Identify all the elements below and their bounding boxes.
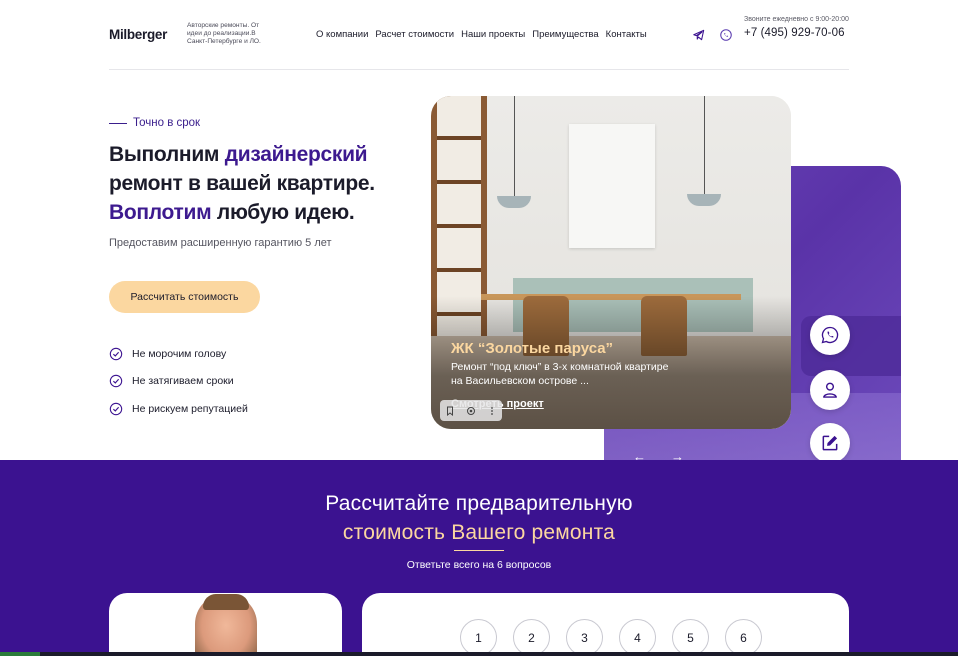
nav-item-advantages[interactable]: Преимущества: [532, 29, 598, 40]
check-circle-icon: [109, 375, 123, 388]
more-icon[interactable]: [487, 406, 497, 416]
expert-card: [109, 593, 342, 656]
image-toolbar: [440, 400, 502, 421]
eyebrow-line: [109, 122, 127, 124]
phone-number[interactable]: +7 (495) 929-70-06: [744, 27, 845, 39]
telegram-icon[interactable]: [692, 28, 706, 42]
lamp-cord: [514, 96, 515, 196]
site-header: Milberger Авторские ремонты. От идеи до …: [0, 0, 958, 70]
bookmark-icon[interactable]: [445, 406, 455, 416]
check-circle-icon: [109, 402, 123, 415]
headline-accent: Воплотим: [109, 201, 212, 224]
quiz-step[interactable]: 3: [566, 619, 603, 656]
list-item: Не затягиваем сроки: [109, 368, 248, 396]
headline-part: ремонт в вашей квартире.: [109, 172, 375, 195]
project-title: ЖК “Золотые паруса”: [451, 340, 614, 357]
avatar: [195, 594, 257, 656]
quiz-step[interactable]: 5: [672, 619, 709, 656]
headline-accent: дизайнерский: [224, 143, 368, 166]
bottom-edge-segment: [0, 652, 40, 656]
project-description: Ремонт “под ключ” в 3-х комнатной кварти…: [451, 361, 669, 387]
nav-item-about[interactable]: О компании: [316, 29, 368, 40]
working-hours: Звоните ежедневно с 9:00-20:00: [744, 16, 849, 23]
hero-eyebrow: Точно в срок: [109, 117, 200, 129]
list-item: Не морочим голову: [109, 340, 248, 368]
list-item: Не рискуем репутацией: [109, 395, 248, 423]
wall-canvas: [569, 124, 655, 248]
lens-icon[interactable]: [466, 406, 476, 416]
nav-item-projects[interactable]: Наши проекты: [461, 29, 525, 40]
main-nav: О компании Расчет стоимости Наши проекты…: [316, 29, 647, 40]
eyebrow-text: Точно в срок: [133, 117, 201, 129]
quiz-step[interactable]: 6: [725, 619, 762, 656]
edit-icon: [822, 435, 838, 451]
benefit-label: Не рискуем репутацией: [132, 402, 248, 415]
benefit-label: Не затягиваем сроки: [132, 375, 234, 388]
account-button[interactable]: [810, 370, 850, 410]
tagline: Авторские ремонты. От идеи до реализации…: [187, 22, 261, 45]
quiz-step[interactable]: 2: [513, 619, 550, 656]
headline-part: Выполним: [109, 143, 225, 166]
benefit-label: Не морочим голову: [132, 347, 227, 360]
header-divider: [109, 69, 849, 70]
hero-headline: Выполним дизайнерский ремонт в вашей ква…: [109, 140, 409, 227]
request-button[interactable]: [810, 423, 850, 463]
hero-subhead: Предоставим расширенную гарантию 5 лет: [109, 237, 332, 249]
benefits-list: Не морочим голову Не затягиваем сроки Не…: [109, 340, 248, 423]
quiz-step[interactable]: 4: [619, 619, 656, 656]
title-underline: [454, 550, 504, 551]
whatsapp-icon: [821, 326, 839, 344]
viber-icon[interactable]: [719, 28, 733, 42]
whatsapp-button[interactable]: [810, 315, 850, 355]
quiz-step[interactable]: 1: [460, 619, 497, 656]
quiz-steps: 1 2 3 4 5 6: [460, 619, 762, 656]
logo[interactable]: Milberger: [109, 27, 167, 42]
nav-item-pricing[interactable]: Расчет стоимости: [375, 29, 454, 40]
avatar-hair: [203, 594, 249, 610]
calculator-title-accent: стоимость Вашего ремонта: [342, 521, 616, 544]
bottom-edge: [0, 652, 958, 656]
user-icon: [823, 382, 837, 398]
calculate-cost-button[interactable]: Рассчитать стоимость: [109, 281, 260, 313]
headline-part: любую идею.: [211, 201, 355, 224]
check-circle-icon: [109, 347, 123, 360]
lamp-cord: [704, 96, 705, 194]
calculator-title: Рассчитайте предварительную: [325, 492, 633, 515]
calculator-note: Ответьте всего на 6 вопросов: [406, 559, 552, 571]
nav-item-contacts[interactable]: Контакты: [606, 29, 647, 40]
